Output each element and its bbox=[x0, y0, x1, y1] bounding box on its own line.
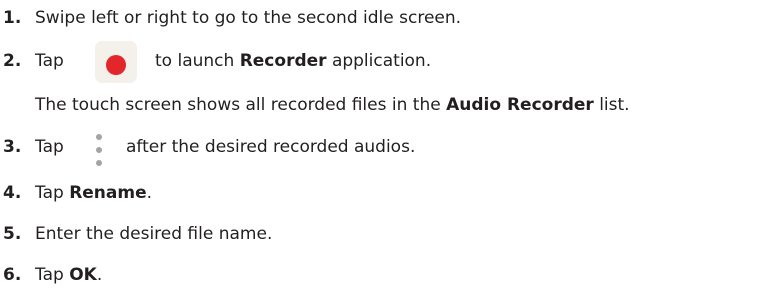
dot bbox=[96, 147, 102, 153]
dot bbox=[96, 160, 102, 166]
step-text-application: application. bbox=[331, 51, 432, 71]
step-text: Swipe left or right to go to the second … bbox=[35, 8, 462, 28]
option-rename: Rename bbox=[69, 183, 147, 203]
step-number: 5. bbox=[3, 224, 22, 244]
list-name-audio-recorder: Audio Recorder bbox=[446, 95, 594, 115]
step-number: 6. bbox=[3, 265, 22, 285]
step-text-tap: Tap bbox=[35, 183, 64, 203]
step-text: Enter the desired file name. bbox=[35, 224, 273, 244]
step-text-tap: Tap bbox=[35, 51, 64, 71]
recorder-icon bbox=[95, 41, 137, 83]
dot bbox=[96, 134, 102, 140]
step-text: Tap Rename. bbox=[35, 183, 152, 203]
button-ok: OK bbox=[69, 265, 97, 285]
step-text: to launch Recorder application. bbox=[155, 51, 431, 71]
note-text: The touch screen shows all recorded file… bbox=[35, 95, 630, 115]
step-text-period: . bbox=[96, 265, 103, 285]
note-text-pre: The touch screen shows all recorded file… bbox=[35, 95, 441, 115]
step-number: 2. bbox=[3, 51, 22, 71]
record-dot-icon bbox=[106, 55, 126, 75]
step-text: after the desired recorded audios. bbox=[126, 137, 416, 157]
step-text-period: . bbox=[146, 183, 153, 203]
step-text: Tap OK. bbox=[35, 265, 102, 285]
step-text-launch: to launch bbox=[155, 51, 235, 71]
note-text-post: list. bbox=[599, 95, 630, 115]
app-name-recorder: Recorder bbox=[239, 51, 327, 71]
step-number: 4. bbox=[3, 183, 22, 203]
step-number: 3. bbox=[3, 137, 22, 157]
step-number: 1. bbox=[3, 8, 22, 28]
step-text-tap: Tap bbox=[35, 265, 64, 285]
more-options-icon bbox=[95, 134, 105, 176]
step-text-tap: Tap bbox=[35, 137, 64, 157]
